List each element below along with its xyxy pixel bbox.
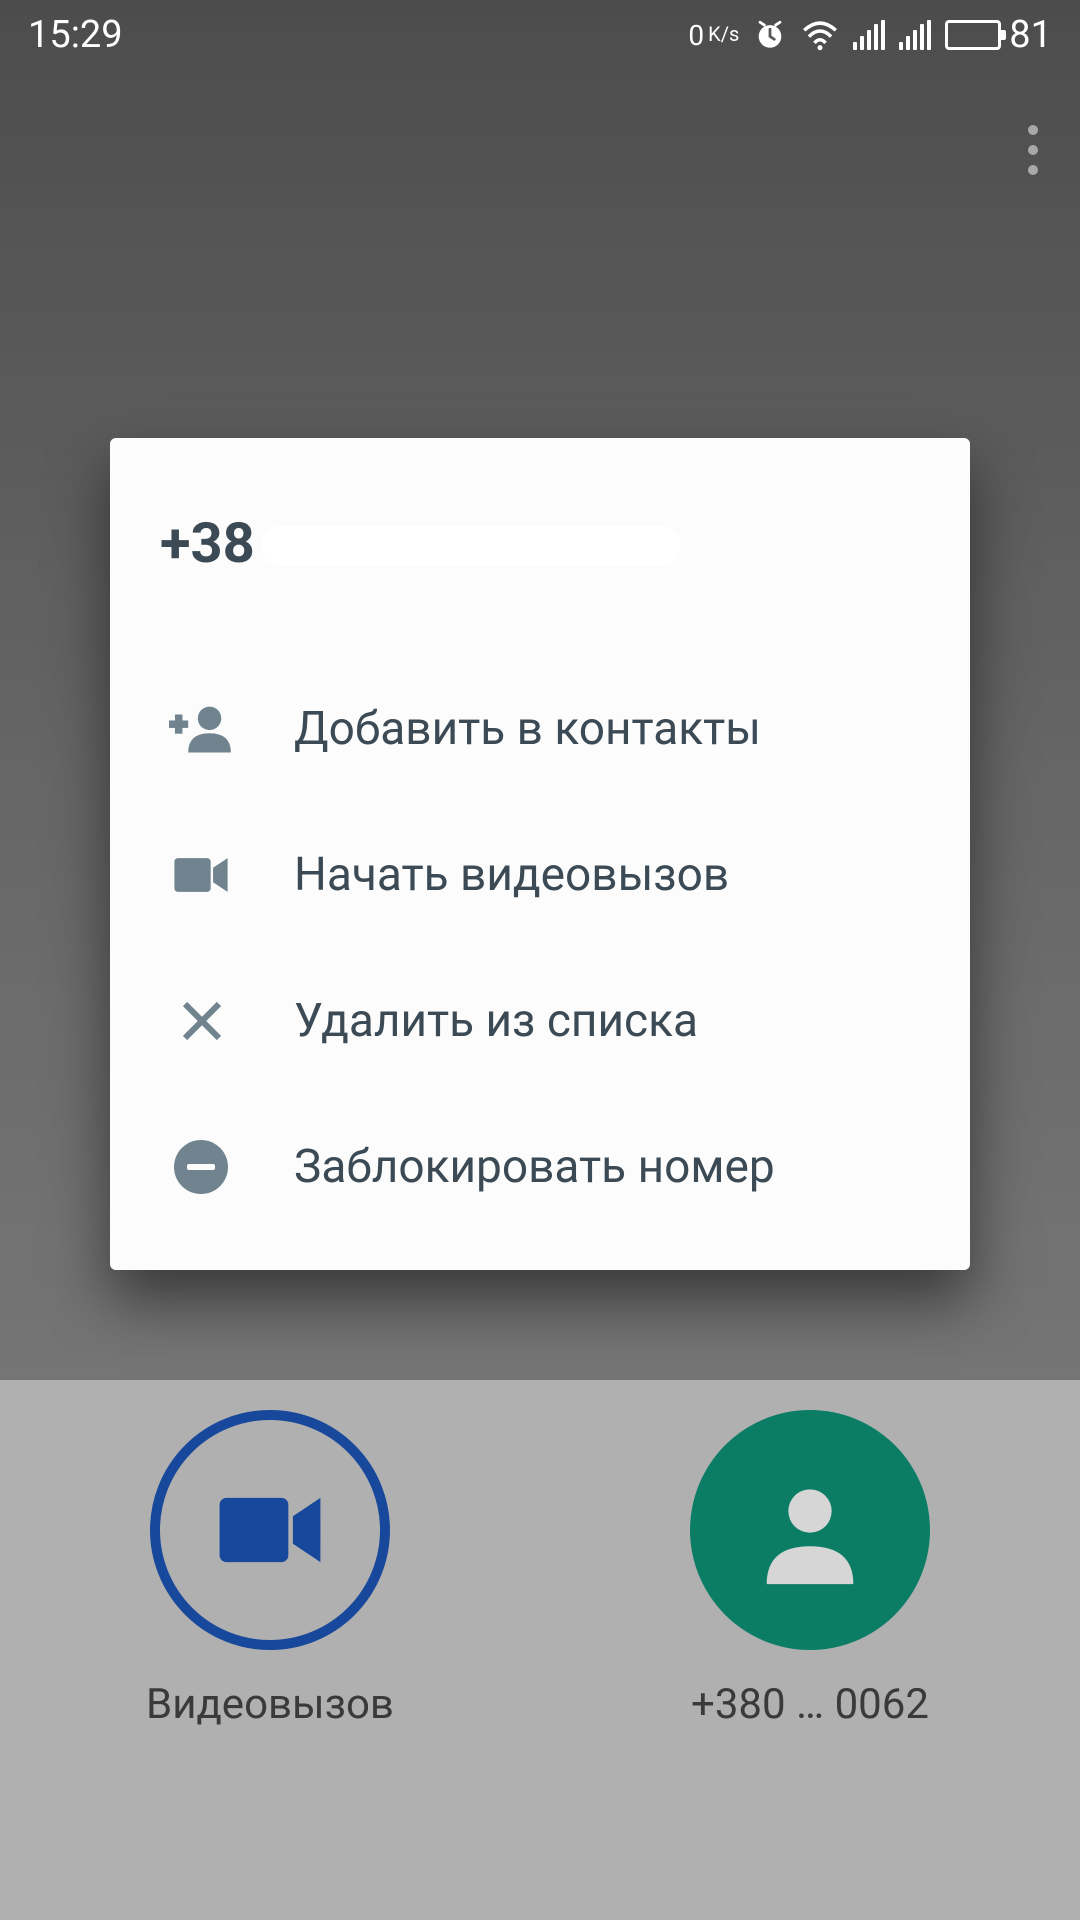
remove-from-list-item[interactable]: Удалить из списка bbox=[110, 948, 970, 1094]
contact-avatar-circle bbox=[690, 1410, 930, 1650]
overflow-menu-button[interactable] bbox=[1028, 125, 1038, 175]
status-time: 15:29 bbox=[28, 13, 123, 57]
alarm-icon bbox=[753, 18, 787, 52]
block-number-label: Заблокировать номер bbox=[294, 1140, 775, 1194]
start-video-call-label: Начать видеовызов bbox=[294, 848, 729, 902]
dialog-items: Добавить в контакты Начать видеовызов Уд… bbox=[110, 596, 970, 1240]
battery-indicator: 81 bbox=[945, 13, 1052, 57]
video-camera-icon bbox=[166, 840, 236, 910]
add-to-contacts-item[interactable]: Добавить в контакты bbox=[110, 656, 970, 802]
battery-icon bbox=[945, 20, 1001, 50]
signal-sim1-icon bbox=[853, 20, 885, 50]
video-camera-icon bbox=[215, 1490, 325, 1570]
remove-from-list-label: Удалить из списка bbox=[294, 994, 698, 1048]
close-icon bbox=[166, 986, 236, 1056]
dialog-title: +38 bbox=[110, 438, 970, 596]
video-call-shortcut[interactable]: Видеовызов bbox=[0, 1410, 540, 1890]
battery-percent: 81 bbox=[1009, 13, 1052, 57]
contact-shortcut-row: Видеовызов +380 … 0062 bbox=[0, 1410, 1080, 1890]
add-person-icon bbox=[166, 694, 236, 764]
person-icon bbox=[745, 1465, 875, 1595]
start-video-call-item[interactable]: Начать видеовызов bbox=[110, 802, 970, 948]
contact-shortcut[interactable]: +380 … 0062 bbox=[540, 1410, 1080, 1890]
block-number-item[interactable]: Заблокировать номер bbox=[110, 1094, 970, 1240]
dialog-title-redacted bbox=[261, 526, 681, 566]
video-call-circle bbox=[150, 1410, 390, 1650]
number-options-dialog: +38 Добавить в контакты Начать в bbox=[110, 438, 970, 1270]
status-bar: 15:29 0 K/s 81 bbox=[0, 0, 1080, 70]
status-right: 0 K/s 81 bbox=[688, 13, 1052, 57]
wifi-icon bbox=[801, 18, 839, 52]
video-call-label: Видеовызов bbox=[146, 1680, 394, 1729]
contact-shortcut-label: +380 … 0062 bbox=[691, 1680, 929, 1729]
dialog-title-prefix: +38 bbox=[160, 510, 255, 576]
add-to-contacts-label: Добавить в контакты bbox=[294, 702, 761, 756]
block-icon bbox=[166, 1132, 236, 1202]
status-data-rate: 0 K/s bbox=[688, 19, 739, 52]
signal-sim2-icon bbox=[899, 20, 931, 50]
